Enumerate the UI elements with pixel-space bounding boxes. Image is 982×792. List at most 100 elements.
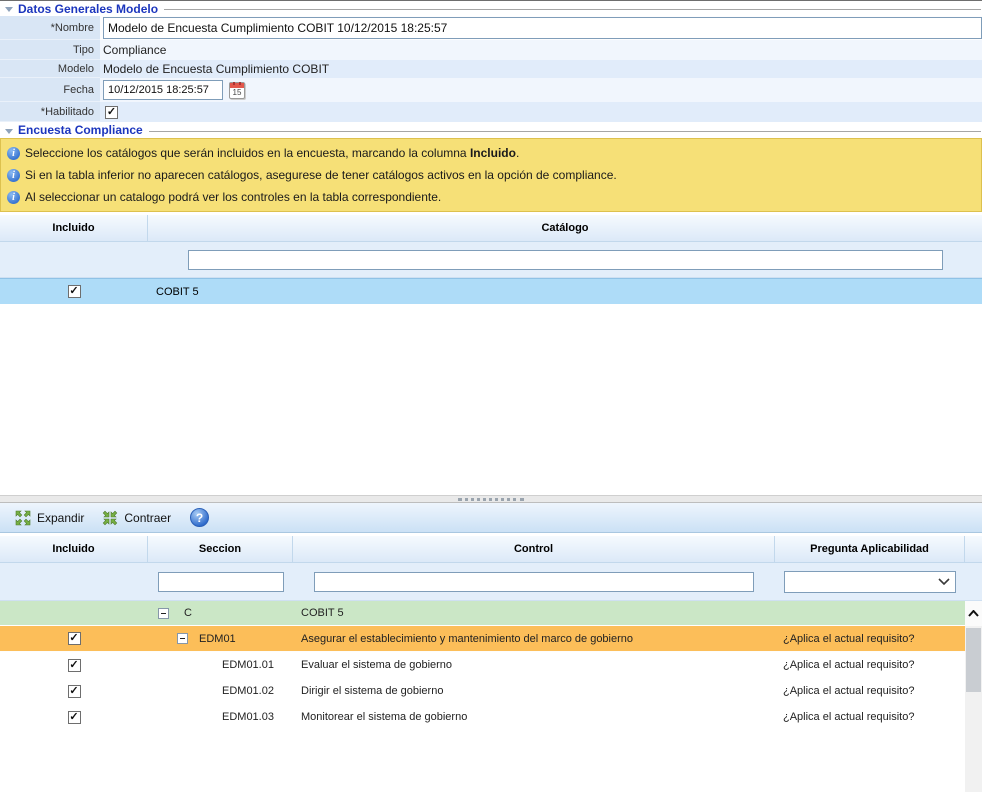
- pregunta-text: ¿Aplica el actual requisito?: [775, 704, 965, 730]
- catalog-col-incluido[interactable]: Incluido: [0, 215, 148, 241]
- controls-col-incluido[interactable]: Incluido: [0, 536, 148, 562]
- collapse-icon: [102, 510, 118, 526]
- scrollbar-thumb[interactable]: [966, 628, 981, 692]
- info-text: Al seleccionar un catalogo podrá ver los…: [25, 190, 441, 204]
- form-row-tipo: Tipo Compliance: [0, 40, 982, 60]
- vertical-scrollbar[interactable]: [965, 601, 982, 792]
- seccion-code: EDM01.03: [148, 704, 293, 730]
- tree-row-edm01-01[interactable]: ✓ EDM01.01 Evaluar el sistema de gobiern…: [0, 652, 965, 678]
- tree-row-edm01-03[interactable]: ✓ EDM01.03 Monitorear el sistema de gobi…: [0, 704, 965, 730]
- info-line: i Al seleccionar un catalogo podrá ver l…: [7, 186, 975, 208]
- collapse-node-icon[interactable]: [177, 633, 188, 644]
- row-checkbox[interactable]: ✓: [68, 685, 81, 698]
- row-checkbox[interactable]: ✓: [68, 711, 81, 724]
- controls-col-control[interactable]: Control: [293, 536, 775, 562]
- controls-filter-row: [0, 563, 982, 601]
- info-icon: i: [7, 169, 20, 182]
- check-icon: ✓: [69, 633, 78, 644]
- catalog-row-checkbox[interactable]: ✓: [68, 285, 81, 298]
- collapse-arrow-icon[interactable]: [5, 7, 13, 12]
- tree-row-edm01[interactable]: ✓ EDM01 Asegurar el establecimiento y ma…: [0, 626, 965, 652]
- expand-all-label: Expandir: [37, 511, 84, 525]
- scroll-up-button[interactable]: [965, 601, 982, 626]
- controls-col-pregunta[interactable]: Pregunta Aplicabilidad: [775, 536, 965, 562]
- tree-row-edm01-02[interactable]: ✓ EDM01.02 Dirigir el sistema de gobiern…: [0, 678, 965, 704]
- catalog-col-catalogo[interactable]: Catálogo: [148, 215, 982, 241]
- fecha-label: Fecha: [0, 78, 100, 102]
- chevron-down-icon: [938, 578, 950, 585]
- modelo-label: Modelo: [0, 60, 100, 78]
- seccion-code: EDM01: [199, 633, 236, 645]
- pregunta-text: ¿Aplica el actual requisito?: [775, 678, 965, 704]
- scrollbar-track[interactable]: [965, 692, 982, 792]
- row-checkbox[interactable]: ✓: [68, 659, 81, 672]
- info-text: Si en la tabla inferior no aparecen catá…: [25, 168, 617, 182]
- pregunta-filter-select[interactable]: [784, 571, 956, 593]
- splitter-grip-icon[interactable]: [458, 498, 524, 501]
- check-icon: ✓: [69, 686, 78, 697]
- info-text: Seleccione los catálogos que serán inclu…: [25, 146, 519, 160]
- collapse-all-label: Contraer: [124, 511, 171, 525]
- help-icon[interactable]: ?: [190, 508, 209, 527]
- tree-row-catalog-group[interactable]: C COBIT 5: [0, 601, 965, 626]
- modelo-value: Modelo de Encuesta Cumplimiento COBIT: [100, 60, 982, 78]
- expand-all-button[interactable]: Expandir: [10, 507, 89, 529]
- nombre-label: *Nombre: [0, 16, 100, 40]
- check-icon: ✓: [107, 107, 116, 118]
- check-icon: ✓: [69, 660, 78, 671]
- seccion-code: EDM01.01: [148, 652, 293, 678]
- section-header-encuesta-compliance[interactable]: Encuesta Compliance: [0, 122, 982, 138]
- section-title: Datos Generales Modelo: [18, 2, 158, 16]
- pregunta-text: ¿Aplica el actual requisito?: [775, 652, 965, 678]
- form-row-nombre: *Nombre: [0, 16, 982, 40]
- info-message-box: i Seleccione los catálogos que serán inc…: [0, 138, 982, 212]
- fecha-input[interactable]: [103, 80, 223, 100]
- control-text: Dirigir el sistema de gobierno: [293, 678, 775, 704]
- check-icon: ✓: [69, 286, 78, 297]
- info-line: i Si en la tabla inferior no aparecen ca…: [7, 164, 975, 186]
- catalog-empty-area: [0, 304, 982, 495]
- expand-icon: [15, 510, 31, 526]
- collapse-all-button[interactable]: Contraer: [97, 507, 176, 529]
- catalog-table-header: Incluido Catálogo: [0, 214, 982, 242]
- compliance-model-page: Datos Generales Modelo *Nombre Tipo Comp…: [0, 0, 982, 792]
- control-text: Asegurar el establecimiento y mantenimie…: [293, 626, 775, 651]
- check-icon: ✓: [69, 712, 78, 723]
- scroll-up-icon: [968, 610, 979, 617]
- controls-table-header: Incluido Seccion Control Pregunta Aplica…: [0, 535, 982, 563]
- section-title: Encuesta Compliance: [18, 123, 143, 137]
- catalog-row-cobit5[interactable]: ✓ COBIT 5: [0, 278, 982, 304]
- form-row-fecha: Fecha 15: [0, 78, 982, 102]
- row-checkbox[interactable]: ✓: [68, 632, 81, 645]
- catalog-filter-input[interactable]: [188, 250, 943, 270]
- section-header-datos-generales[interactable]: Datos Generales Modelo: [0, 1, 982, 16]
- tipo-label: Tipo: [0, 40, 100, 60]
- control-text: Evaluar el sistema de gobierno: [293, 652, 775, 678]
- catalog-name: COBIT 5: [148, 286, 982, 298]
- seccion-code: C: [184, 607, 192, 619]
- calendar-icon[interactable]: 15: [229, 82, 245, 99]
- control-filter-input[interactable]: [314, 572, 754, 592]
- info-icon: i: [7, 147, 20, 160]
- tipo-value: Compliance: [100, 40, 982, 60]
- nombre-input[interactable]: [103, 17, 982, 39]
- controls-table-body: C COBIT 5 ✓ EDM01 Asegurar el establecim…: [0, 601, 982, 792]
- pregunta-text: [775, 601, 965, 625]
- controls-col-seccion[interactable]: Seccion: [148, 536, 293, 562]
- section-rule: [149, 131, 981, 132]
- form-row-modelo: Modelo Modelo de Encuesta Cumplimiento C…: [0, 60, 982, 78]
- habilitado-label: *Habilitado: [0, 102, 100, 122]
- form-row-habilitado: *Habilitado ✓: [0, 102, 982, 122]
- seccion-code: EDM01.02: [148, 678, 293, 704]
- controls-toolbar: Expandir Contraer ?: [0, 503, 982, 533]
- pregunta-text: ¿Aplica el actual requisito?: [775, 626, 965, 651]
- habilitado-checkbox[interactable]: ✓: [105, 106, 118, 119]
- info-line: i Seleccione los catálogos que serán inc…: [7, 142, 975, 164]
- section-rule: [164, 9, 981, 10]
- horizontal-splitter[interactable]: [0, 495, 982, 503]
- collapse-arrow-icon[interactable]: [5, 129, 13, 134]
- info-icon: i: [7, 191, 20, 204]
- seccion-filter-input[interactable]: [158, 572, 284, 592]
- catalog-filter-row: [0, 242, 982, 278]
- collapse-node-icon[interactable]: [158, 608, 169, 619]
